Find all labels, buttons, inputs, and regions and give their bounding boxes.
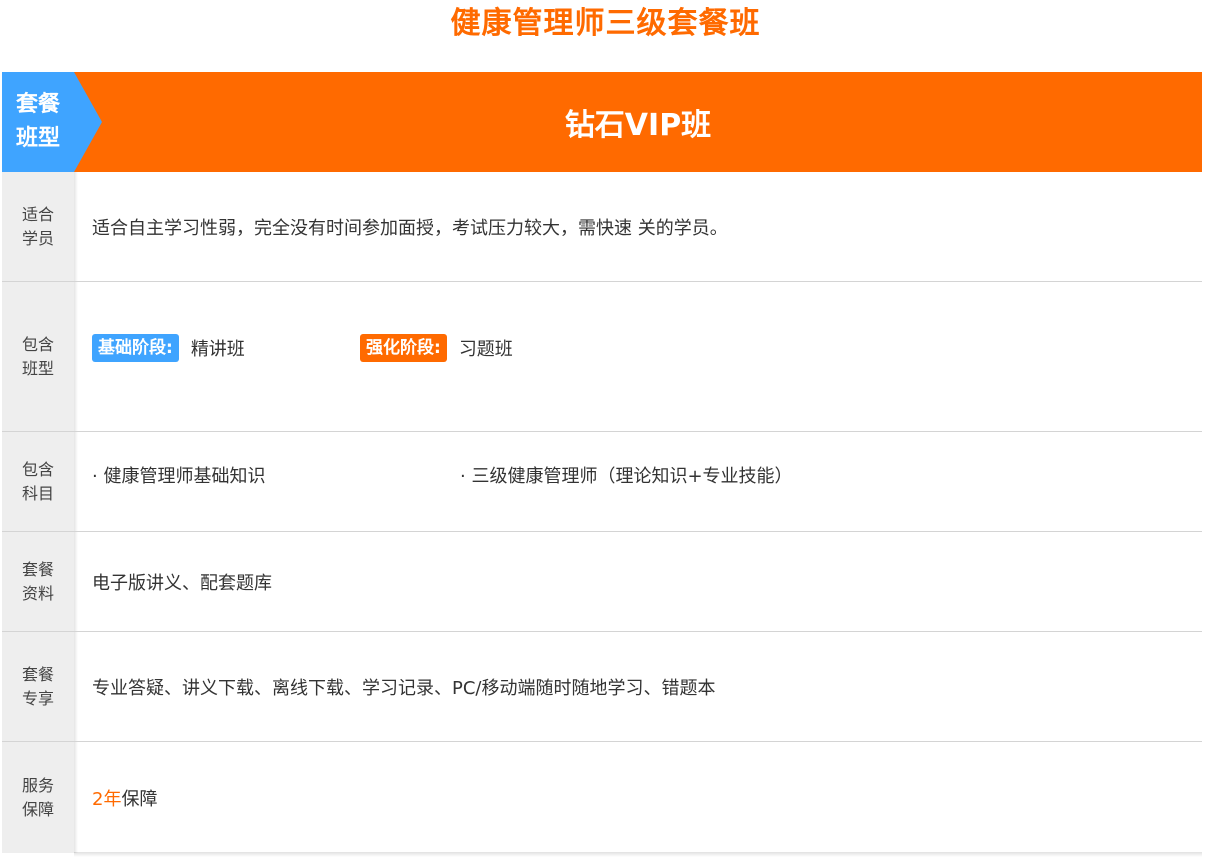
service-content: 2年 保障 [92,742,1202,853]
row-classes: 包含 班型 基础阶段: 精讲班 强化阶段: 习题班 [2,282,1202,432]
subject-item: · 健康管理师基础知识 [92,465,266,487]
stage-basic-value: 精讲班 [190,339,245,360]
row-label: 包含 班型 [2,282,74,431]
row-subjects: 包含 科目 · 健康管理师基础知识 · 三级健康管理师（理论知识+专业技能） [2,432,1202,532]
row-label-line2: 学员 [21,228,54,248]
row-label-line2: 资料 [21,583,54,603]
row-label-line2: 班型 [21,358,54,378]
package-type-label-line1: 套餐 [15,92,60,117]
row-label: 套餐 专享 [2,632,74,741]
stage-intensive-tag: 强化阶段: [360,334,447,362]
row-label-line1: 包含 [21,334,54,354]
table-bottom-shadow [74,852,1202,857]
stage-basic: 基础阶段: 精讲班 [92,334,360,362]
divider [74,532,78,631]
row-label-line2: 专享 [21,688,54,708]
row-materials: 套餐 资料 电子版讲义、配套题库 [2,532,1202,632]
materials-text: 电子版讲义、配套题库 [92,572,272,594]
row-label-line2: 科目 [21,483,54,503]
row-label: 套餐 资料 [2,532,74,631]
row-label-line1: 适合 [21,204,54,224]
divider [74,432,78,531]
students-description: 适合自主学习性弱，完全没有时间参加面授，考试压力较大，需快速 关的学员。 [92,217,728,239]
table-header: 套餐 班型 钻石VIP班 [2,72,1202,172]
plan-name: 钻石VIP班 [74,72,1202,172]
classes-content: 基础阶段: 精讲班 强化阶段: 习题班 [92,265,1202,431]
divider [74,172,78,281]
divider [74,282,78,431]
divider [74,632,78,741]
subjects-content: · 健康管理师基础知识 · 三级健康管理师（理论知识+专业技能） [92,418,1202,531]
benefits-text: 专业答疑、讲义下载、离线下载、学习记录、PC/移动端随时随地学习、错题本 [92,677,716,699]
row-label: 包含 科目 [2,432,74,531]
materials-content: 电子版讲义、配套题库 [92,532,1202,631]
service-text: 保障 [121,788,158,810]
package-type-label-line2: 班型 [15,126,60,151]
benefits-content: 专业答疑、讲义下载、离线下载、学习记录、PC/移动端随时随地学习、错题本 [92,632,1202,741]
row-service: 服务 保障 2年 保障 [2,742,1202,853]
header-arrow [74,72,102,172]
stage-basic-tag: 基础阶段: [92,334,179,362]
row-label: 适合 学员 [2,172,74,281]
package-table: 套餐 班型 钻石VIP班 适合 学员 适合自主学习性弱，完全没有时间参加面授，考… [2,72,1202,853]
row-label-line1: 套餐 [21,559,54,579]
row-label: 服务 保障 [2,742,74,853]
row-label-line1: 包含 [21,459,54,479]
stage-intensive: 强化阶段: 习题班 [360,334,513,362]
row-label-line1: 套餐 [21,664,54,684]
row-benefits: 套餐 专享 专业答疑、讲义下载、离线下载、学习记录、PC/移动端随时随地学习、错… [2,632,1202,742]
row-label-line1: 服务 [21,775,54,795]
stage-intensive-value: 习题班 [458,339,513,360]
service-duration: 2年 [92,788,122,810]
subject-item: · 三级健康管理师（理论知识+专业技能） [460,465,793,487]
package-type-label: 套餐 班型 [2,72,74,172]
divider [74,742,78,853]
page-title: 健康管理师三级套餐班 [450,6,761,41]
row-label-line2: 保障 [21,799,54,819]
